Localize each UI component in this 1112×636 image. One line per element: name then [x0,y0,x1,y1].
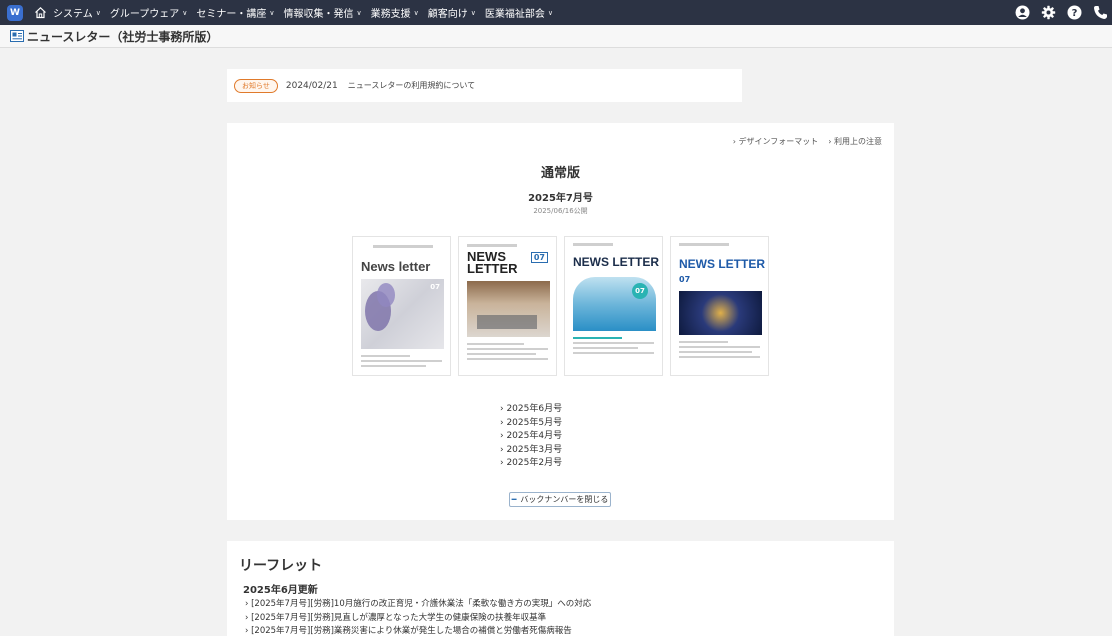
chevron-down-icon: ∨ [547,8,553,17]
cover-badge: 07 [679,275,691,284]
menu-business-support[interactable]: 業務支援 ∨ [370,5,419,21]
newsletter-icon [10,30,24,42]
menu-system[interactable]: システム ∨ [53,5,101,21]
menu-label: グループウェア [109,9,180,20]
menu-label: 業務支援 [370,9,411,20]
leaflet-link[interactable]: › [2025年7月号][労務]見直しが濃厚となった大学生の健康保険の扶養年収基… [245,612,591,626]
page-title: ニュースレター（社労士事務所版） [27,29,219,44]
gear-icon[interactable] [1040,4,1056,20]
minus-icon: ━ [511,495,517,504]
back-number-list: › 2025年6月号 › 2025年5月号 › 2025年4月号 › 2025年… [500,403,562,471]
menu-label: 医業福祉部会 [484,9,545,20]
menu-seminar[interactable]: セミナー・講座 ∨ [196,5,275,21]
menu-medical-welfare[interactable]: 医業福祉部会 ∨ [484,5,553,21]
publish-date: 2025/06/16公開 [533,207,588,215]
back-number-link[interactable]: › 2025年4月号 [500,430,562,444]
leaflet-link[interactable]: › [2025年7月号][労務]10月施行の改正育児・介護休業法「柔軟な働き方の… [245,598,591,612]
menu-label: システム [53,9,93,20]
notice-badge: お知らせ [234,78,278,93]
notice-date: 2024/02/21 [285,80,338,91]
chevron-down-icon: ∨ [269,8,275,17]
cover-image [467,281,550,337]
leaflet-link[interactable]: › [2025年7月号][労務]業務災害により休業が発生した場合の補償と労働者死… [245,625,591,636]
cover-list: News letter 07 NEWS LETTER 07 NEWS LETTE… [352,236,769,376]
cover-image: 07 [361,279,444,349]
leaflet-list: › [2025年7月号][労務]10月施行の改正育児・介護休業法「柔軟な働き方の… [245,598,591,636]
app-logo[interactable]: W [7,4,23,21]
menu-label: 情報収集・発信 [283,9,354,20]
cover-design-2[interactable]: NEWS LETTER 07 [458,236,557,376]
cover-image: 07 [573,277,656,331]
leaflet-subtitle: 2025年6月更新 [243,585,318,596]
edition-title: 通常版 [540,166,580,181]
notice-bar: お知らせ 2024/02/21 ニュースレターの利用規約について [227,69,742,102]
cover-badge: 07 [632,283,648,299]
issue-title: 2025年7月号 [528,193,593,204]
menu-label: 顧客向け [427,9,468,20]
cover-design-3[interactable]: NEWS LETTER 07 [564,236,663,376]
svg-text:?: ? [1071,8,1077,19]
menu-groupware[interactable]: グループウェア ∨ [109,5,188,21]
menu-information[interactable]: 情報収集・発信 ∨ [283,5,362,21]
cover-title: NEWS LETTER [573,255,659,269]
leaflet-title: リーフレット [239,558,323,574]
chevron-down-icon: ∨ [95,8,101,17]
help-icon[interactable]: ? [1066,4,1082,20]
cover-design-1[interactable]: News letter 07 [352,236,451,376]
back-number-link[interactable]: › 2025年2月号 [500,457,562,471]
cover-design-4[interactable]: NEWS LETTER 07 [670,236,769,376]
phone-icon[interactable] [1092,4,1108,20]
back-number-link[interactable]: › 2025年5月号 [500,417,562,431]
top-navbar: W システム ∨ グループウェア ∨ セミナー・講座 ∨ 情報収集・発信 ∨ 業務支援 ∨… [0,0,1112,25]
chevron-down-icon: ∨ [356,8,362,17]
cover-badge: 07 [430,283,440,291]
leaflet-panel: リーフレット 2025年6月更新 › [2025年7月号][労務]10月施行の改… [227,541,894,636]
main-menu: システム ∨ グループウェア ∨ セミナー・講座 ∨ 情報収集・発信 ∨ 業務支援 ∨ 顧… [53,5,562,21]
cover-title: NEWS LETTER [467,249,518,276]
newsletter-panel: › デザインフォーマット › 利用上の注意 通常版 2025年7月号 2025/… [227,123,894,520]
design-format-link[interactable]: › デザインフォーマット [733,136,819,147]
home-icon[interactable] [33,6,47,20]
menu-label: セミナー・講座 [196,9,267,20]
close-back-numbers-button[interactable]: ━ バックナンバーを閉じる [509,492,611,507]
cover-image [679,291,762,335]
user-icon[interactable] [1014,4,1030,20]
back-number-link[interactable]: › 2025年3月号 [500,444,562,458]
notice-link[interactable]: ニュースレターの利用規約について [348,80,475,91]
cover-title: News letter [361,259,431,274]
chevron-down-icon: ∨ [413,8,419,17]
chevron-down-icon: ∨ [470,8,476,17]
cover-badge: 07 [530,252,548,263]
close-button-label: バックナンバーを閉じる [520,495,609,504]
chevron-down-icon: ∨ [182,8,188,17]
back-number-link[interactable]: › 2025年6月号 [500,403,562,417]
usage-notes-link[interactable]: › 利用上の注意 [828,136,882,147]
page-title-bar: ニュースレター（社労士事務所版） [0,25,1112,48]
menu-customer[interactable]: 顧客向け ∨ [427,5,476,21]
cover-title: NEWS LETTER [679,257,765,271]
